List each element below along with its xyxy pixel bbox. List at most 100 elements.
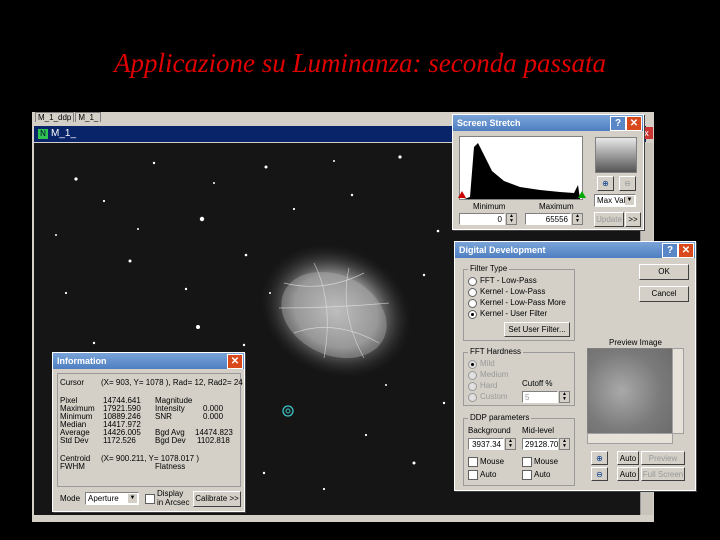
preview-horizontal-scrollbar[interactable] xyxy=(587,433,673,444)
digital-development-title: Digital Development xyxy=(459,245,546,255)
maximum-marker-icon[interactable] xyxy=(578,191,586,198)
radio-mild[interactable] xyxy=(468,360,477,369)
fwhm-label: FWHM xyxy=(60,462,85,471)
ddp-parameters-group: DDP parameters Background Mid-level 3937… xyxy=(463,413,575,486)
tab-m1[interactable]: M_1_ xyxy=(75,112,102,122)
midlevel-spinner[interactable]: ▲ ▼ xyxy=(559,438,570,450)
screen-stretch-titlebar[interactable]: Screen Stretch ? ✕ xyxy=(453,115,643,131)
close-icon[interactable]: ✕ xyxy=(227,354,243,369)
bgd-dev-label: Bgd Dev xyxy=(155,436,186,445)
radio-kernel-low-pass-more[interactable] xyxy=(468,299,477,308)
fft-hardness-label: FFT Hardness xyxy=(468,347,523,356)
radio-custom[interactable] xyxy=(468,393,477,402)
document-tabs: M_1_ddp M_1_ xyxy=(35,112,102,124)
midlevel-field[interactable]: 29128.70 xyxy=(522,438,558,450)
display-arcsec-label: Display in Arcsec xyxy=(157,489,190,507)
radio-custom-label: Custom xyxy=(480,392,508,401)
radio-kernel-user-filter-label: Kernel - User Filter xyxy=(480,309,548,318)
minimum-field[interactable]: 0 xyxy=(459,213,505,225)
full-screen-button[interactable]: Full Screen xyxy=(641,467,685,481)
help-icon[interactable]: ? xyxy=(662,243,678,258)
tab-m1-ddp[interactable]: M_1_ddp xyxy=(35,112,75,122)
set-user-filter-button[interactable]: Set User Filter... xyxy=(504,322,570,337)
midlevel-auto-label: Auto xyxy=(534,470,551,479)
radio-kernel-user-filter[interactable] xyxy=(468,310,477,319)
midlevel-auto-checkbox[interactable] xyxy=(522,470,532,480)
radio-fft-low-pass[interactable] xyxy=(468,277,477,286)
background-mouse-label: Mouse xyxy=(480,457,505,466)
preview-zoom-in-button[interactable]: ⊕ xyxy=(591,451,608,465)
mode-select[interactable]: Aperture ▼ xyxy=(85,492,139,505)
background-label: Background xyxy=(468,426,511,435)
preview-zoom-out-button[interactable]: ⊖ xyxy=(591,467,608,481)
fft-hardness-group: FFT Hardness Mild Medium Hard Custom Cut… xyxy=(463,347,575,406)
close-icon[interactable]: ✕ xyxy=(678,243,694,258)
digital-development-window: Digital Development ? ✕ OK Cancel Filter… xyxy=(454,241,696,491)
cancel-button[interactable]: Cancel xyxy=(639,286,689,302)
cutoff-spinner[interactable]: ▲ ▼ xyxy=(559,391,570,403)
midlevel-mouse-checkbox[interactable] xyxy=(522,457,532,467)
background-spinner[interactable]: ▲ ▼ xyxy=(505,438,516,450)
stretch-zoom-in-button[interactable]: ⊕ xyxy=(597,176,614,191)
radio-medium-label: Medium xyxy=(480,370,509,379)
radio-kernel-low-pass[interactable] xyxy=(468,288,477,297)
information-title: Information xyxy=(57,356,107,366)
radio-medium[interactable] xyxy=(468,371,477,380)
filter-type-group: Filter Type FFT - Low-Pass Kernel - Low-… xyxy=(463,264,575,341)
digital-development-titlebar[interactable]: Digital Development ? ✕ xyxy=(455,242,695,258)
background-field[interactable]: 3937.34 xyxy=(468,438,504,450)
help-icon[interactable]: ? xyxy=(610,116,626,131)
histogram[interactable] xyxy=(458,136,586,200)
snr-value: 0.000 xyxy=(203,412,224,421)
more-button[interactable]: >> xyxy=(625,212,641,227)
ok-button[interactable]: OK xyxy=(639,264,689,280)
preview-button[interactable]: Preview xyxy=(641,451,685,465)
background-mouse-checkbox[interactable] xyxy=(468,457,478,467)
background-auto-label: Auto xyxy=(480,470,497,479)
background-auto-checkbox[interactable] xyxy=(468,470,478,480)
fullscreen-auto-button[interactable]: Auto xyxy=(617,467,639,481)
cutoff-label: Cutoff % xyxy=(522,379,553,388)
radio-hard[interactable] xyxy=(468,382,477,391)
radio-mild-label: Mild xyxy=(480,359,495,368)
zoom-out-icon: ⊖ xyxy=(624,179,631,188)
maximum-spinner[interactable]: ▲ ▼ xyxy=(572,213,583,225)
bgd-dev-value: 1102.818 xyxy=(197,436,230,445)
app-logo-icon: N xyxy=(38,129,48,139)
filter-type-label: Filter Type xyxy=(468,264,510,273)
preview-auto-button[interactable]: Auto xyxy=(617,451,639,465)
display-arcsec-checkbox[interactable] xyxy=(145,494,155,504)
cutoff-field[interactable]: 5 xyxy=(522,391,558,403)
ddp-parameters-label: DDP parameters xyxy=(468,413,532,422)
radio-kernel-low-pass-more-label: Kernel - Low-Pass More xyxy=(480,298,566,307)
cursor-label: Cursor xyxy=(60,378,85,387)
stretch-zoom-out-button[interactable]: ⊖ xyxy=(619,176,636,191)
screen-stretch-window: Screen Stretch ? ✕ ⊕ ⊖ Max Val ▼ Minimum … xyxy=(452,114,644,230)
preview-image-label: Preview Image xyxy=(609,338,662,347)
slide-title: Applicazione su Luminanza: seconda passa… xyxy=(114,48,606,78)
minimum-marker-icon[interactable] xyxy=(458,191,466,198)
stretch-preview xyxy=(595,137,637,173)
chevron-down-icon: ▼ xyxy=(128,494,137,503)
screen-stretch-title: Screen Stretch xyxy=(457,118,521,128)
image-window-title: M_1_ xyxy=(51,128,77,139)
stretch-mode-select[interactable]: Max Val ▼ xyxy=(594,194,636,207)
histogram-plot xyxy=(464,143,580,199)
radio-hard-label: Hard xyxy=(480,381,498,390)
close-icon[interactable]: ✕ xyxy=(626,116,642,131)
chevron-down-icon: ▼ xyxy=(625,196,634,205)
minimum-label: Minimum xyxy=(473,202,506,211)
information-window: Information ✕ Cursor (X= 903, Y= 1078 ),… xyxy=(52,352,245,512)
midlevel-mouse-label: Mouse xyxy=(534,457,559,466)
maximum-field[interactable]: 65556 xyxy=(525,213,571,225)
cursor-value: (X= 903, Y= 1078 ), Rad= 12, Rad2= 24 xyxy=(101,378,243,387)
snr-label: SNR xyxy=(155,412,172,421)
preview-image[interactable] xyxy=(587,348,673,434)
minimum-spinner[interactable]: ▲ ▼ xyxy=(506,213,517,225)
std-dev-label: Std Dev xyxy=(60,436,89,445)
information-titlebar[interactable]: Information ✕ xyxy=(53,353,244,369)
calibrate-button[interactable]: Calibrate >> xyxy=(193,491,241,507)
preview-vertical-scrollbar[interactable] xyxy=(672,348,684,434)
midlevel-label: Mid-level xyxy=(522,426,555,435)
update-button[interactable]: Update xyxy=(594,212,624,227)
